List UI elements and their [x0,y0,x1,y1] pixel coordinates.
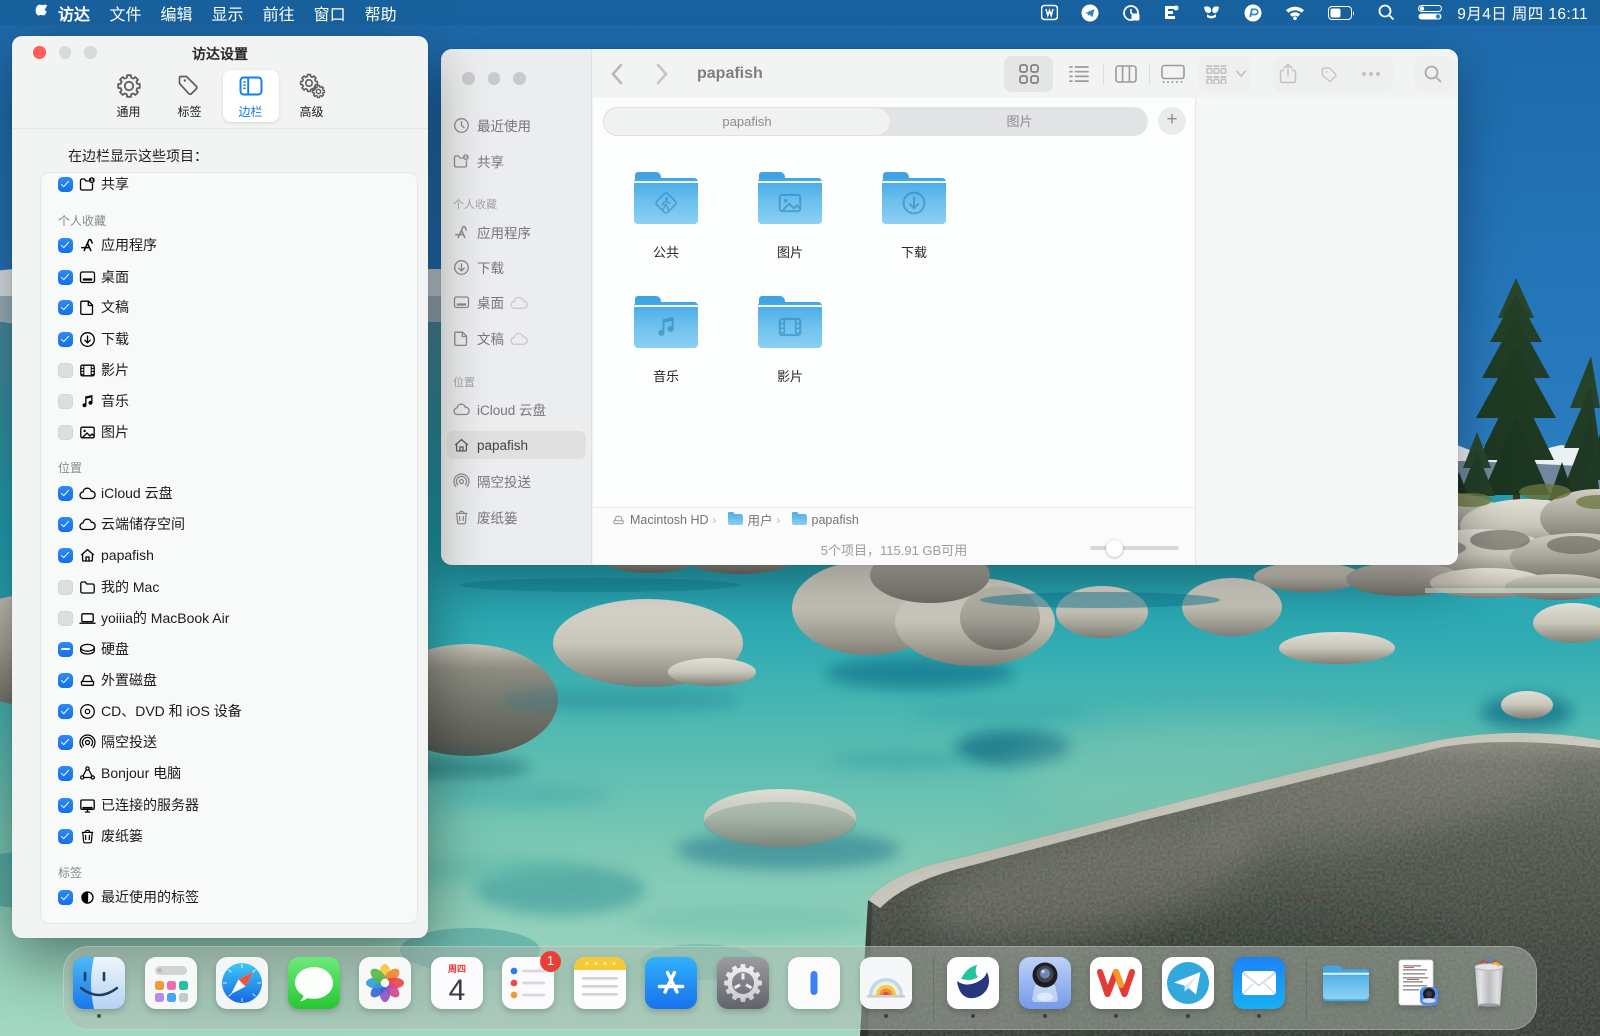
svg-text:4: 4 [448,974,465,1007]
svg-text:周四: 周四 [447,964,465,974]
